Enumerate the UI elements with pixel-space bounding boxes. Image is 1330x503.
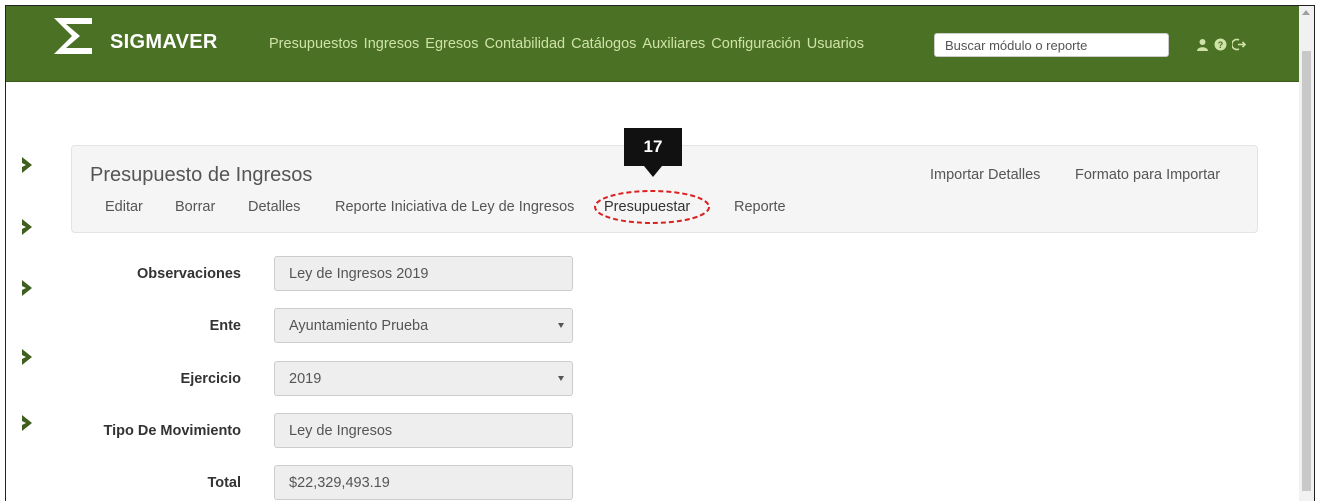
- label-tipo-movimiento: Tipo De Movimiento: [103, 423, 242, 439]
- sigmaver-logo-icon[interactable]: [52, 14, 98, 58]
- scroll-up-icon[interactable]: [1302, 10, 1310, 15]
- page-title: Presupuesto de Ingresos: [90, 164, 313, 186]
- label-total: Total: [207, 475, 241, 491]
- menu-usuarios[interactable]: Usuarios: [807, 36, 864, 52]
- brand-name[interactable]: SIGMAVER: [110, 31, 218, 54]
- chevron-right-icon[interactable]: [20, 218, 34, 236]
- ejercicio-select-value: 2019: [289, 371, 322, 387]
- app-window: SIGMAVER Presupuestos Ingresos Egresos C…: [5, 5, 1315, 501]
- observaciones-field[interactable]: Ley de Ingresos 2019: [274, 256, 573, 291]
- ente-select[interactable]: Ayuntamiento Prueba: [274, 308, 573, 343]
- logout-icon[interactable]: [1231, 38, 1247, 56]
- help-icon[interactable]: ?: [1214, 38, 1227, 56]
- menu-contabilidad[interactable]: Contabilidad: [485, 36, 566, 52]
- ejercicio-select[interactable]: 2019: [274, 361, 573, 396]
- svg-text:?: ?: [1218, 40, 1224, 50]
- callout-pointer: [644, 166, 662, 177]
- label-ente: Ente: [209, 318, 241, 334]
- dropdown-caret-icon: [558, 376, 564, 381]
- menu-configuracion[interactable]: Configuración: [711, 36, 800, 52]
- user-icon[interactable]: [1196, 38, 1209, 56]
- importar-detalles-link[interactable]: Importar Detalles: [930, 167, 1040, 183]
- ente-select-value: Ayuntamiento Prueba: [289, 318, 429, 334]
- subnav-borrar[interactable]: Borrar: [175, 199, 215, 215]
- vertical-scrollbar[interactable]: [1299, 6, 1314, 501]
- label-ejercicio: Ejercicio: [180, 371, 241, 387]
- menu-egresos[interactable]: Egresos: [425, 36, 478, 52]
- step-callout-badge: 17: [624, 128, 682, 166]
- highlight-ellipse: [594, 190, 710, 224]
- dropdown-caret-icon: [558, 323, 564, 328]
- search-input[interactable]: [934, 33, 1169, 57]
- scrollbar-thumb[interactable]: [1302, 51, 1311, 491]
- tipo-movimiento-field[interactable]: Ley de Ingresos: [274, 413, 573, 448]
- subnav-reporte[interactable]: Reporte: [734, 199, 786, 215]
- label-observaciones: Observaciones: [137, 266, 241, 282]
- formato-importar-link[interactable]: Formato para Importar: [1075, 167, 1220, 183]
- subnav-reporte-iniciativa[interactable]: Reporte Iniciativa de Ley de Ingresos: [335, 199, 574, 215]
- subnav-editar[interactable]: Editar: [105, 199, 143, 215]
- chevron-right-icon[interactable]: [20, 156, 34, 174]
- menu-catalogos[interactable]: Catálogos: [571, 36, 636, 52]
- chevron-right-icon[interactable]: [20, 348, 34, 366]
- menu-presupuestos[interactable]: Presupuestos: [269, 36, 358, 52]
- nav-icons: ?: [1196, 38, 1247, 56]
- top-navbar: SIGMAVER Presupuestos Ingresos Egresos C…: [6, 6, 1314, 82]
- main-menu: Presupuestos Ingresos Egresos Contabilid…: [269, 36, 870, 52]
- total-field[interactable]: $22,329,493.19: [274, 465, 573, 500]
- subnav-detalles[interactable]: Detalles: [248, 199, 300, 215]
- menu-auxiliares[interactable]: Auxiliares: [642, 36, 705, 52]
- menu-ingresos[interactable]: Ingresos: [364, 36, 420, 52]
